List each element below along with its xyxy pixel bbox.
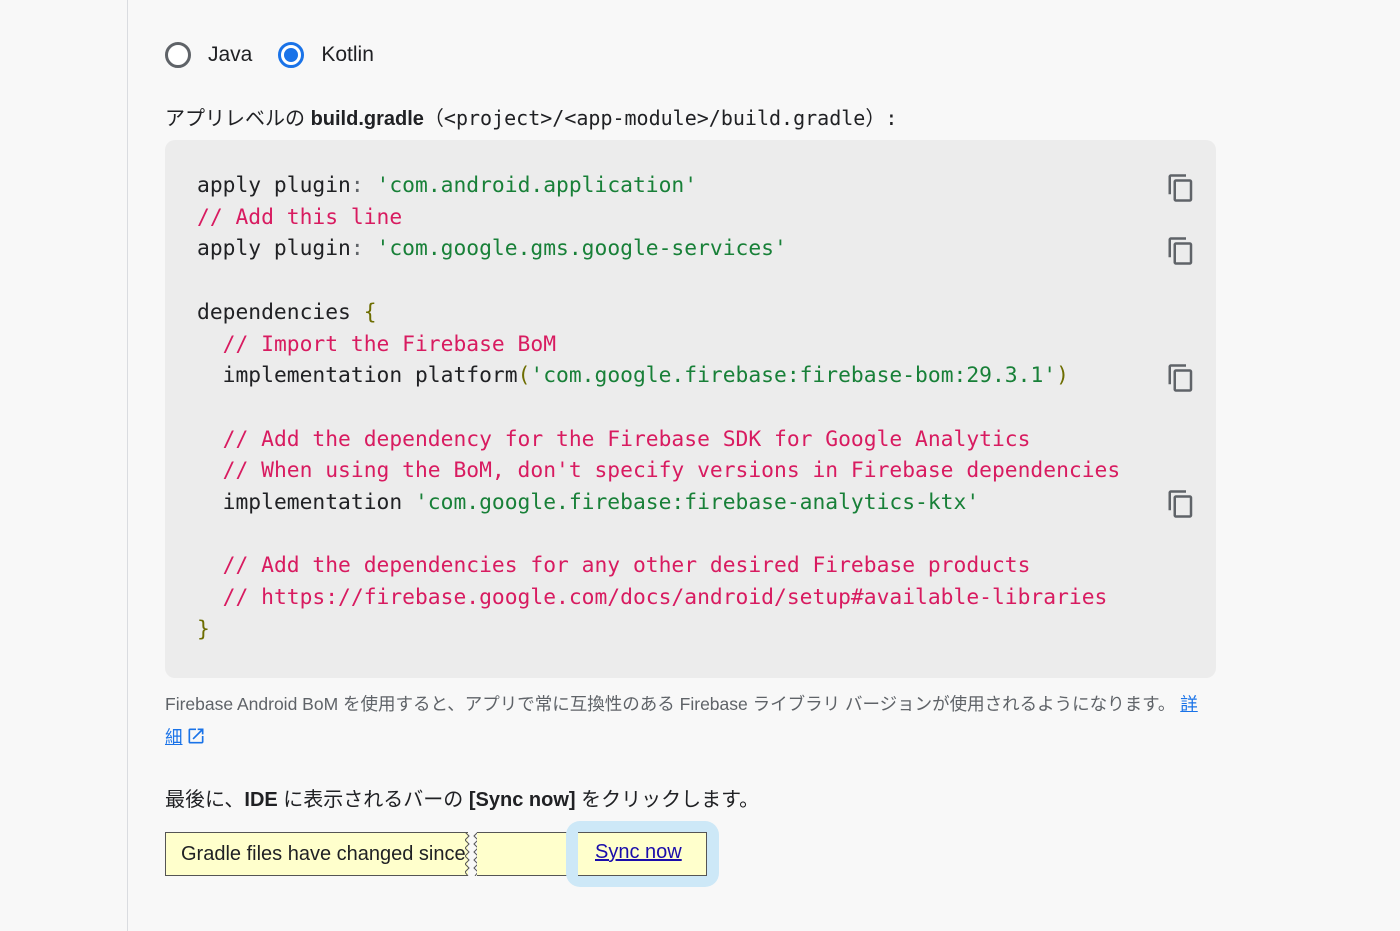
sync-now-reference: [Sync now]: [468, 789, 576, 811]
intro-file-name: build.gradle: [310, 108, 424, 130]
ide-label: IDE: [244, 789, 278, 811]
code-block: apply plugin: 'com.android.application' …: [165, 140, 1216, 678]
copy-icon[interactable]: [1166, 362, 1196, 394]
copy-icon[interactable]: [1166, 172, 1196, 204]
bom-note-text: Firebase Android BoM を使用すると、アプリで常に互換性のある…: [165, 694, 1181, 714]
radio-java-label: Java: [208, 43, 253, 66]
final-step-text: 最後に、IDE に表示されるバーの [Sync now] をクリックします。: [165, 789, 760, 811]
sync-bar-message: Gradle files have changed since last pro…: [165, 832, 468, 876]
external-link-icon[interactable]: [186, 724, 206, 757]
intro-path: （<project>/<app-module>/build.gradle）:: [423, 106, 898, 130]
left-divider: [127, 0, 128, 931]
radio-java-circle[interactable]: [165, 42, 191, 68]
copy-icon[interactable]: [1166, 488, 1196, 520]
copy-icon[interactable]: [1166, 235, 1196, 267]
gradle-sync-bar-illustration: Gradle files have changed since last pro…: [165, 821, 725, 887]
radio-kotlin[interactable]: Kotlin: [278, 42, 374, 68]
build-gradle-intro: アプリレベルの build.gradle（<project>/<app-modu…: [165, 102, 897, 131]
bom-note: Firebase Android BoM を使用すると、アプリで常に互換性のある…: [165, 688, 1215, 757]
sync-now-link[interactable]: Sync now: [595, 841, 682, 864]
radio-kotlin-label: Kotlin: [321, 43, 374, 66]
radio-java[interactable]: Java: [165, 42, 252, 68]
code-content: apply plugin: 'com.android.application' …: [197, 173, 1121, 642]
intro-prefix: アプリレベルの: [165, 108, 311, 130]
radio-kotlin-circle[interactable]: [278, 42, 305, 68]
language-radio-group: Java Kotlin: [165, 42, 400, 68]
